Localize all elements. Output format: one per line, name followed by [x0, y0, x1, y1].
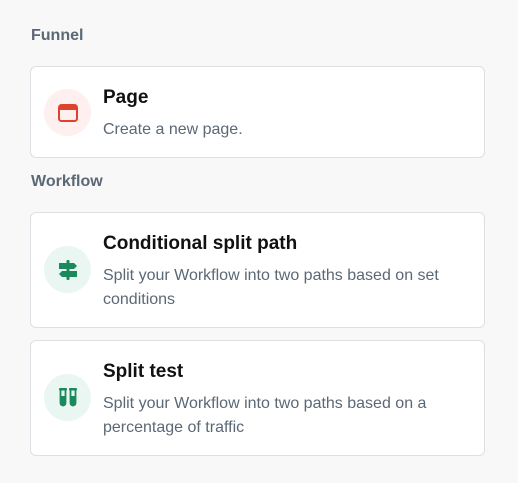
section-label-funnel: Funnel — [31, 27, 84, 44]
page-option-card[interactable]: Page Create a new page. — [30, 66, 485, 158]
card-title: Split test — [103, 361, 184, 382]
card-description: Split your Workflow into two paths based… — [103, 267, 439, 308]
card-description: Split your Workflow into two paths based… — [103, 395, 427, 436]
test-tubes-icon — [44, 374, 91, 421]
card-title: Page — [103, 87, 149, 108]
section-label-workflow: Workflow — [31, 173, 103, 190]
card-description: Create a new page. — [103, 121, 243, 138]
browser-window-icon — [44, 89, 91, 136]
conditional-split-path-card[interactable]: Conditional split path Split your Workfl… — [30, 212, 485, 328]
split-test-card[interactable]: Split test Split your Workflow into two … — [30, 340, 485, 456]
card-title: Conditional split path — [103, 233, 298, 254]
signpost-icon — [44, 246, 91, 293]
